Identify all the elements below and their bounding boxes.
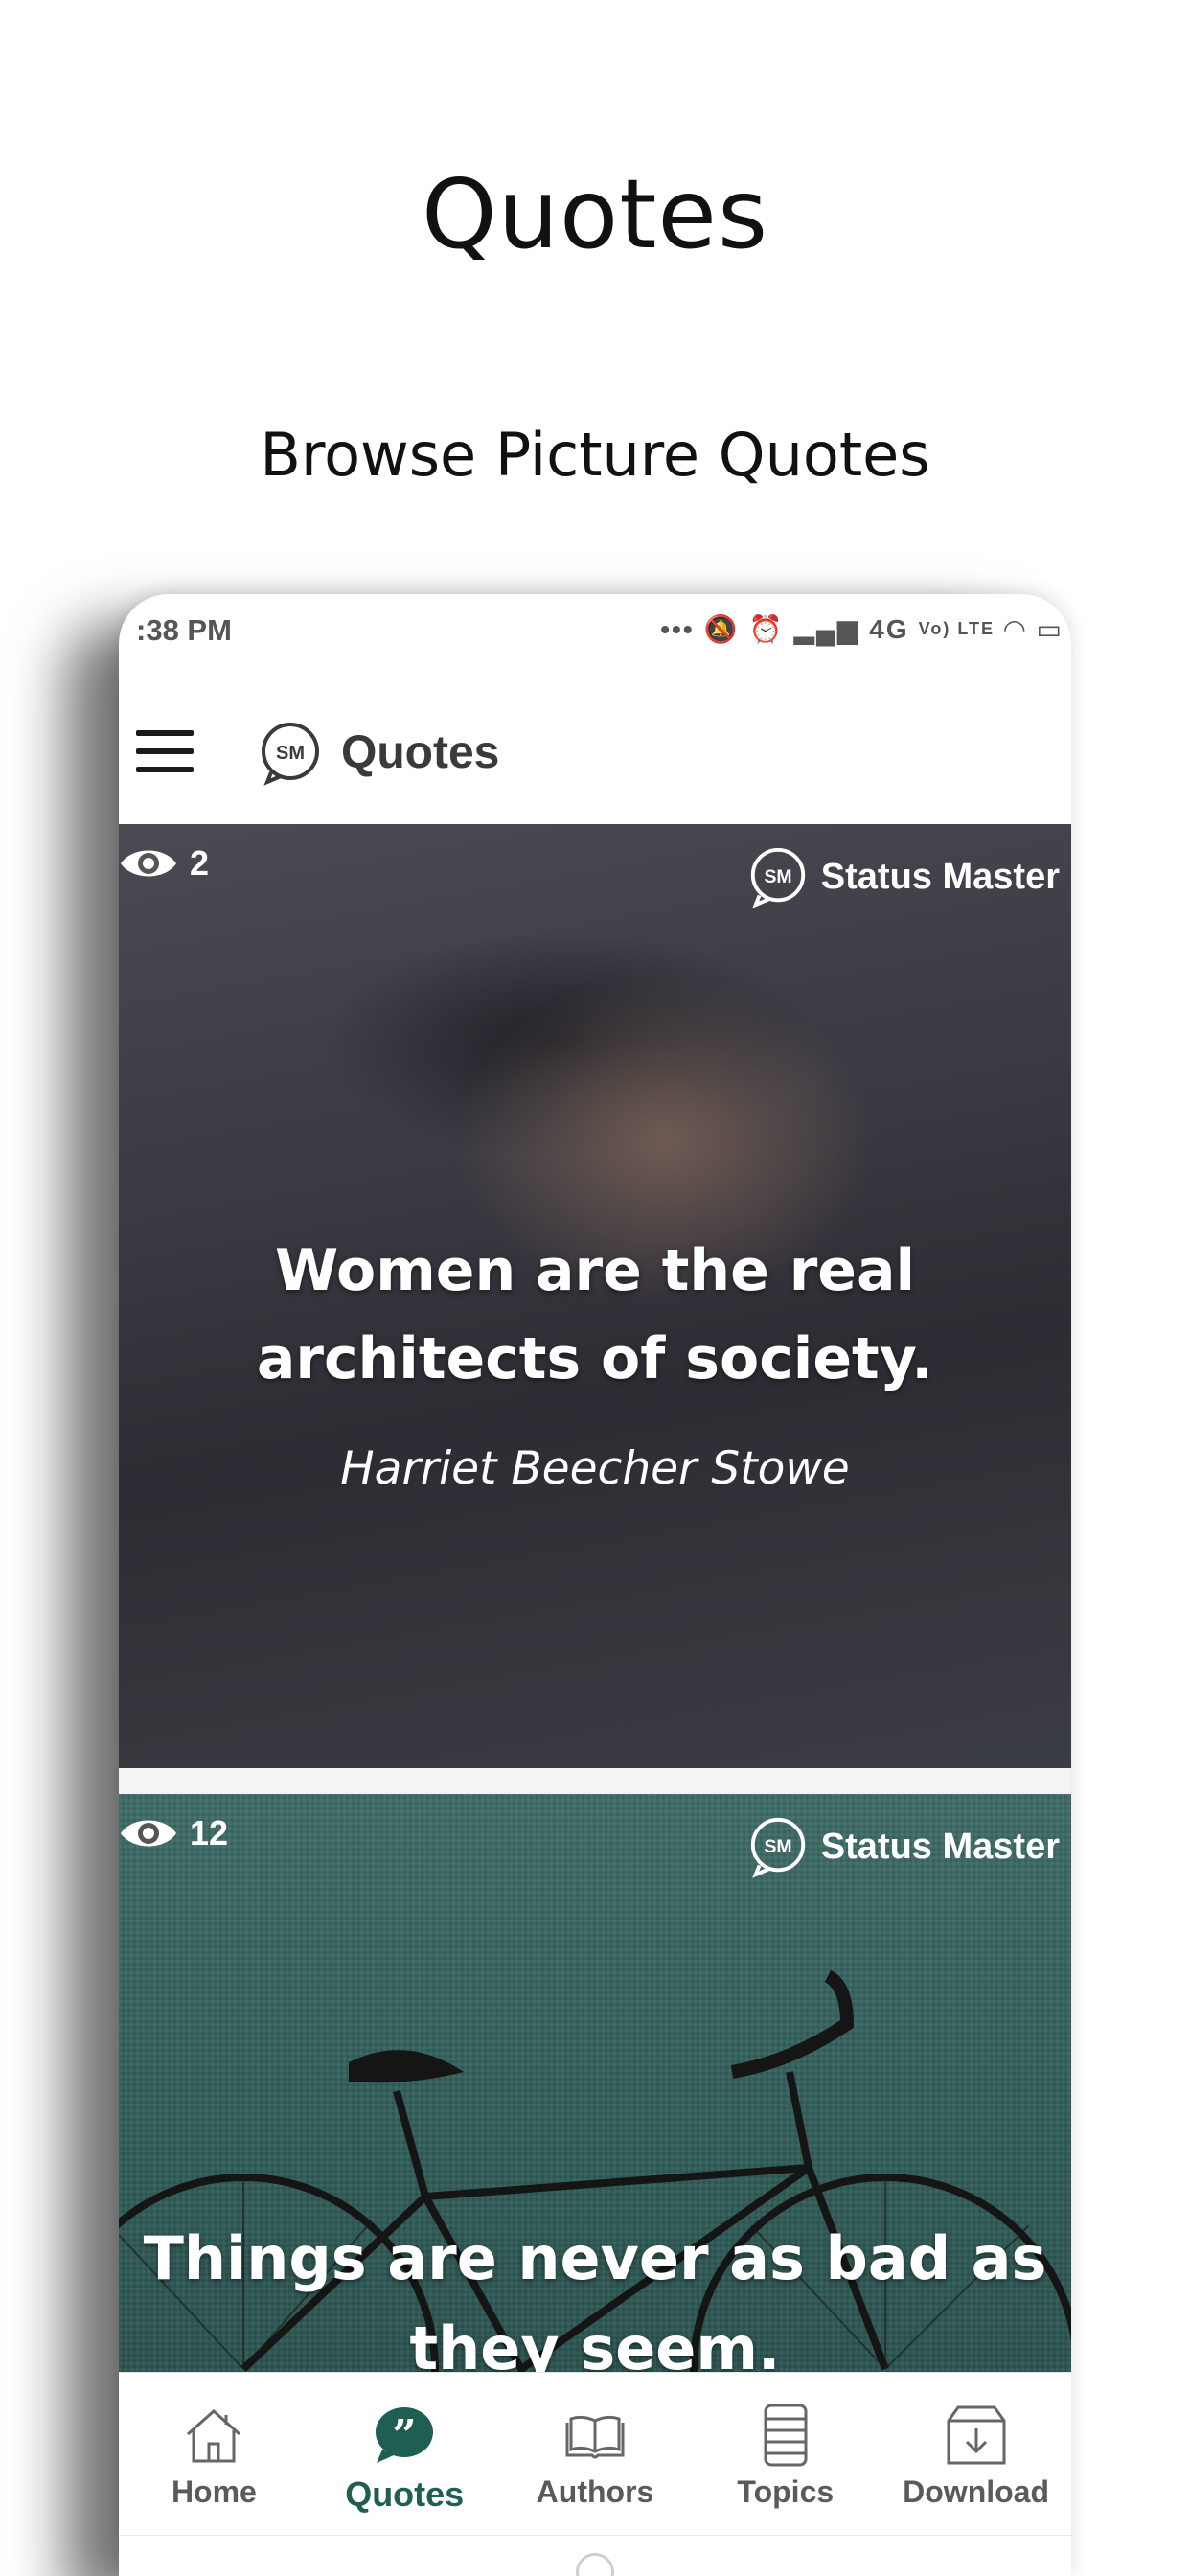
watermark-text: Status Master	[820, 1826, 1060, 1867]
quote-card[interactable]: 12 SM Status Master Things are never as …	[119, 1794, 1071, 2388]
status-time: :38 PM	[136, 613, 232, 647]
eye-icon	[121, 850, 176, 877]
nav-item-quotes[interactable]: ” Quotes	[309, 2373, 500, 2535]
topics-icon	[764, 2404, 808, 2467]
quote-author: Harriet Beecher Stowe	[340, 1442, 850, 1495]
promo-title: Quotes	[421, 158, 769, 270]
bottom-navigation: Home ” Quotes Authors Topics Download	[119, 2372, 1071, 2535]
views-count: 2	[190, 843, 210, 883]
home-icon	[187, 2408, 241, 2463]
watermark-text: Status Master	[820, 856, 1060, 897]
quote-line: architects of society.	[256, 1325, 934, 1392]
watermark: SM Status Master	[746, 1815, 1060, 1878]
volte-badge: Vo) LTE	[918, 619, 995, 638]
system-home-indicator[interactable]	[119, 2535, 1071, 2576]
alarm-icon: ⏰	[748, 614, 785, 644]
nav-item-topics[interactable]: Topics	[690, 2373, 881, 2535]
svg-text:”: ”	[393, 2411, 417, 2460]
mute-icon: 🔕	[703, 614, 740, 644]
nav-label: Home	[171, 2474, 257, 2509]
phone-frame: :38 PM ••• 🔕 ⏰ ▂▄▆ 4G Vo) LTE ◠ ▭ SM Quo…	[119, 594, 1071, 2576]
status-icons: ••• 🔕 ⏰ ▂▄▆ 4G Vo) LTE ◠ ▭	[660, 613, 1064, 645]
nav-label: Authors	[536, 2474, 654, 2509]
views-count: 12	[190, 1813, 229, 1852]
quote-text: Women are the real architects of society…	[119, 1227, 1071, 1403]
nav-label: Quotes	[345, 2474, 465, 2514]
card-divider	[119, 1768, 1071, 1794]
nav-label: Download	[903, 2474, 1050, 2509]
status-master-watermark-icon: SM	[750, 847, 805, 908]
more-dots-icon: •••	[660, 613, 695, 644]
nav-item-authors[interactable]: Authors	[500, 2373, 691, 2535]
nav-label: Topics	[737, 2474, 835, 2509]
quote-text: Things are never as bad as they seem.	[119, 2214, 1071, 2388]
watermark: SM Status Master	[746, 845, 1060, 908]
quotes-icon: ”	[376, 2407, 434, 2463]
wifi-icon: ◠	[1003, 614, 1027, 644]
status-master-watermark-icon: SM	[750, 1817, 805, 1878]
eye-icon	[121, 1820, 176, 1847]
quote-line: Women are the real	[274, 1237, 916, 1304]
download-box-icon	[947, 2405, 1006, 2465]
menu-icon[interactable]	[136, 730, 194, 772]
status-bar: :38 PM ••• 🔕 ⏰ ▂▄▆ 4G Vo) LTE ◠ ▭	[119, 594, 1071, 661]
nav-item-download[interactable]: Download	[881, 2373, 1071, 2535]
quote-card[interactable]: 2 SM Status Master Women are the real ar…	[119, 824, 1071, 1768]
views-counter: 12	[119, 1813, 228, 1853]
quote-line: Things are never as bad as	[143, 2223, 1047, 2293]
watermark-logo-text: SM	[764, 866, 791, 887]
network-type: 4G	[869, 613, 909, 644]
nav-item-home[interactable]: Home	[119, 2373, 309, 2535]
app-bar: SM Quotes	[119, 661, 1071, 824]
signal-icon: ▂▄▆	[793, 614, 860, 644]
book-icon	[565, 2415, 625, 2459]
status-master-logo-icon: SM	[262, 723, 319, 786]
views-counter: 2	[119, 843, 209, 884]
app-title: Quotes	[341, 727, 500, 778]
watermark-logo-text: SM	[764, 1836, 791, 1857]
promo-subtitle: Browse Picture Quotes	[260, 420, 930, 490]
logo-text: SM	[276, 743, 305, 764]
battery-charging-icon: ▭	[1036, 614, 1064, 644]
